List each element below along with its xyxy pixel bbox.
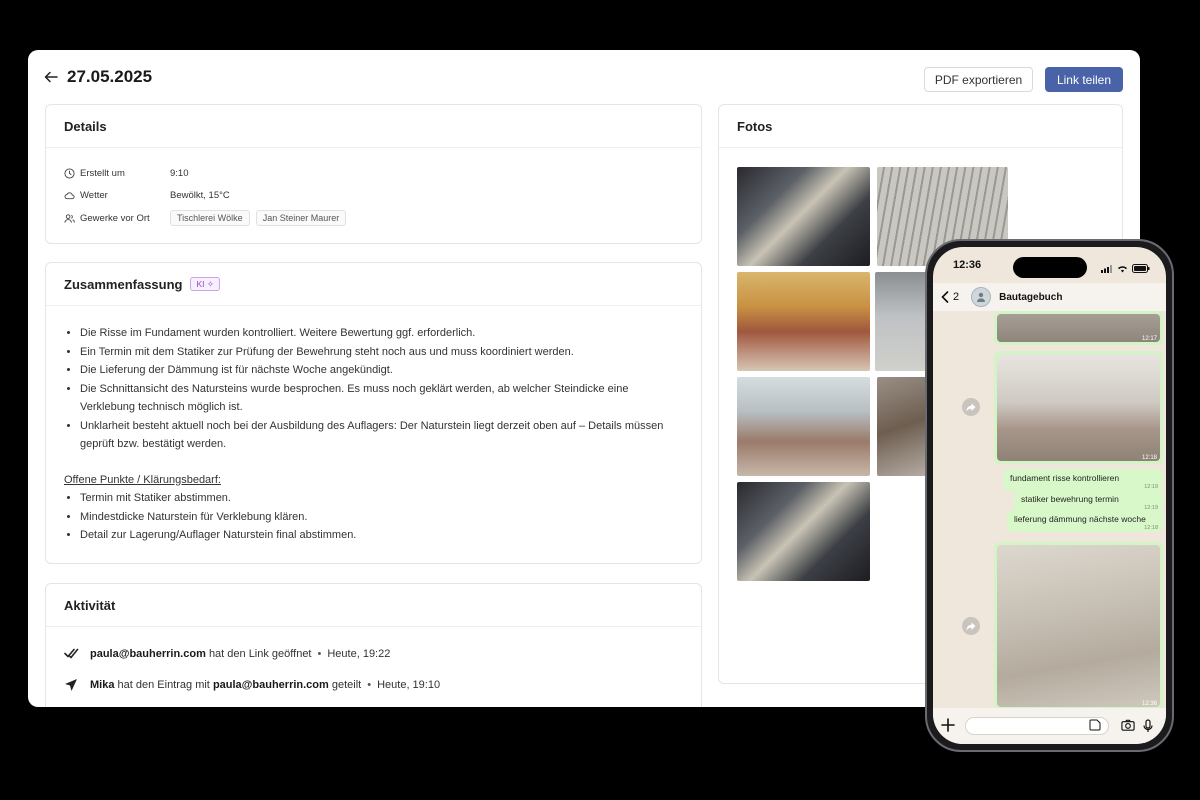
status-time: 12:36 [953, 259, 982, 271]
sticker-icon[interactable] [1089, 719, 1103, 733]
chat-header: 2 Bautagebuch [933, 283, 1166, 311]
summary-item: Die Risse im Fundament wurden kontrollie… [80, 324, 684, 343]
message-text: lieferung dämmung nächste woche [1014, 514, 1146, 524]
trade-tag: Tischlerei Wölke [170, 210, 250, 226]
activity-row: paula@bauherrin.com hat den Link geöffne… [64, 647, 390, 661]
photos-title: Fotos [719, 105, 1122, 148]
activity-text: geteilt [331, 679, 362, 691]
weather-row: Wetter Bewölkt, 15°C [64, 190, 230, 201]
summary-item: Unklarheit besteht aktuell noch bei der … [80, 417, 684, 454]
double-check-icon [64, 647, 82, 661]
text-message[interactable]: statiker bewehrung termin 12:19 [1014, 490, 1163, 512]
sparkle-icon: ✧ [206, 278, 215, 289]
plus-icon[interactable] [941, 718, 957, 734]
summary-item: Die Schnittansicht des Natursteins wurde… [80, 380, 684, 417]
message-time: 12:18 [1141, 455, 1157, 461]
signal-icon [1101, 260, 1113, 278]
open-points-list: Termin mit Statiker abstimmen. Mindestdi… [64, 489, 684, 545]
trades-row: Gewerke vor Ort Tischlerei Wölke Jan Ste… [64, 210, 352, 226]
image-message[interactable]: 12:18 [994, 351, 1163, 464]
ai-badge: KI ✧ [190, 277, 221, 291]
activity-text: hat den Eintrag mit [117, 679, 210, 691]
page-title: 27.05.2025 [67, 67, 153, 86]
pdf-export-button[interactable]: PDF exportieren [924, 67, 1033, 92]
group-avatar[interactable] [971, 287, 992, 307]
unread-count: 2 [953, 291, 960, 303]
people-icon [64, 213, 75, 224]
back-arrow-icon[interactable] [44, 70, 60, 86]
activity-text: hat den Link geöffnet [208, 648, 312, 660]
open-point-item: Mindestdicke Naturstein für Verklebung k… [80, 508, 684, 527]
photo-thumbnail[interactable] [737, 272, 870, 371]
details-card: Details Erstellt um 9:10 Wetter Bewölkt,… [45, 104, 702, 244]
message-input[interactable] [965, 717, 1109, 735]
send-icon [64, 678, 82, 692]
status-icons [1101, 260, 1150, 278]
open-points-title: Offene Punkte / Klärungsbedarf: [64, 473, 221, 486]
photo-thumbnail[interactable] [737, 167, 870, 266]
separator: • [317, 648, 322, 660]
summary-list: Die Risse im Fundament wurden kontrollie… [64, 324, 684, 454]
activity-target: paula@bauherrin.com [212, 679, 329, 691]
created-label: Erstellt um [80, 168, 125, 179]
clock-icon [64, 168, 75, 179]
camera-icon[interactable] [1121, 719, 1135, 733]
activity-time: Heute, 19:22 [327, 648, 391, 660]
message-text: fundament risse kontrollieren [1010, 473, 1120, 483]
dynamic-island [1013, 257, 1087, 278]
text-message[interactable]: fundament risse kontrollieren 12:19 [1003, 469, 1163, 491]
message-time: 12:18 [1144, 525, 1158, 531]
phone-mockup: 12:36 2 Bautagebuch 12:17 12:18 fundamen… [925, 239, 1174, 752]
photo-thumbnail[interactable] [737, 377, 870, 476]
details-title: Details [46, 105, 701, 148]
weather-label: Wetter [80, 190, 108, 201]
open-point-item: Termin mit Statiker abstimmen. [80, 489, 684, 508]
chat-photo [997, 314, 1160, 342]
trades-label: Gewerke vor Ort [80, 212, 150, 224]
chat-input-bar [933, 708, 1166, 744]
whatsapp-screen: 12:36 2 Bautagebuch 12:17 12:18 fundamen… [933, 247, 1166, 744]
chat-name[interactable]: Bautagebuch [999, 292, 1062, 303]
photo-thumbnail[interactable] [737, 482, 870, 581]
activity-card: Aktivität paula@bauherrin.com hat den Li… [45, 583, 702, 707]
share-link-button[interactable]: Link teilen [1045, 67, 1123, 92]
summary-header: Zusammenfassung KI ✧ [46, 263, 701, 306]
open-point-item: Detail zur Lagerung/Auflager Naturstein … [80, 526, 684, 545]
ai-badge-label: KI [196, 279, 205, 289]
summary-title: Zusammenfassung [64, 276, 183, 292]
activity-actor: paula@bauherrin.com [90, 648, 206, 660]
forward-icon[interactable] [962, 617, 980, 635]
photo-thumbnail[interactable] [877, 377, 927, 476]
message-time: 12:17 [1141, 336, 1157, 342]
separator: • [367, 679, 372, 691]
chat-photo [997, 545, 1160, 707]
summary-card: Zusammenfassung KI ✧ Die Risse im Fundam… [45, 262, 702, 564]
weather-value: Bewölkt, 15°C [170, 190, 230, 201]
cloud-icon [64, 190, 75, 201]
image-message[interactable]: 12:17 [994, 311, 1163, 345]
summary-body: Die Risse im Fundament wurden kontrollie… [64, 324, 684, 545]
activity-row: Mika hat den Eintrag mit paula@bauherrin… [64, 678, 440, 692]
message-time: 12:36 [1141, 701, 1157, 707]
summary-item: Ein Termin mit dem Statiker zur Prüfung … [80, 343, 684, 362]
topbar: 27.05.2025 PDF exportieren Link teilen [28, 50, 1140, 106]
wifi-icon [1117, 260, 1128, 278]
created-value: 9:10 [170, 168, 189, 179]
activity-title: Aktivität [46, 584, 701, 627]
image-message[interactable]: 12:36 [994, 542, 1163, 710]
text-message[interactable]: lieferung dämmung nächste woche 12:18 [1007, 510, 1163, 532]
forward-icon[interactable] [962, 398, 980, 416]
chat-back-button[interactable]: 2 [941, 291, 959, 303]
trade-tag: Jan Steiner Maurer [255, 210, 347, 226]
activity-actor: Mika [90, 679, 115, 691]
battery-icon [1132, 260, 1150, 278]
chat-photo [997, 354, 1160, 461]
message-text: statiker bewehrung termin [1021, 494, 1119, 504]
activity-time: Heute, 19:10 [377, 679, 441, 691]
summary-item: Die Lieferung der Dämmung ist für nächst… [80, 361, 684, 380]
created-row: Erstellt um 9:10 [64, 168, 189, 179]
mic-icon[interactable] [1143, 719, 1157, 733]
